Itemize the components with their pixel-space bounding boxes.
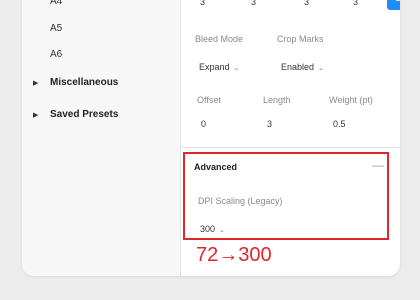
highlight-box [183, 152, 389, 240]
sidebar-group-saved-presets[interactable]: Saved Presets [50, 109, 118, 120]
link-icon[interactable]: ⚭ [387, 0, 400, 10]
weight-label: Weight (pt) [329, 95, 373, 105]
crop-marks-select[interactable]: Enabled ⌄ [281, 57, 324, 75]
chevron-down-icon: ⌄ [318, 65, 324, 72]
caret-right-icon[interactable]: ▶ [33, 111, 38, 119]
crop-marks-value: Enabled [281, 62, 315, 72]
sidebar-item-a4[interactable]: A4 [50, 0, 62, 7]
caret-right-icon[interactable]: ▶ [33, 79, 38, 87]
crop-marks-label: Crop Marks [277, 34, 324, 44]
margin-value-bottom[interactable]: 3 [304, 0, 309, 7]
length-input[interactable]: 3 [267, 119, 272, 129]
annotation-text: 72→300 [196, 244, 272, 266]
weight-input[interactable]: 0.5 [333, 119, 346, 129]
section-divider [181, 147, 400, 148]
bleed-mode-label: Bleed Mode [195, 34, 244, 44]
chevron-down-icon: ⌄ [233, 65, 240, 72]
bleed-mode-value: Expand [199, 62, 230, 72]
bleed-mode-select[interactable]: Expand ⌄ [199, 57, 239, 75]
offset-label: Offset [197, 95, 221, 105]
sidebar-group-miscellaneous[interactable]: Miscellaneous [50, 77, 118, 88]
sidebar-item-a5[interactable]: A5 [50, 23, 62, 34]
length-label: Length [263, 95, 291, 105]
margin-value-top[interactable]: 3 [200, 0, 205, 7]
margin-value-left[interactable]: 3 [353, 0, 358, 7]
offset-input[interactable]: 0 [201, 119, 206, 129]
sidebar: A4 A5 A6 ▶ Miscellaneous ▶ Saved Presets [22, 0, 181, 276]
margin-value-right[interactable]: 3 [251, 0, 256, 7]
sidebar-item-a6[interactable]: A6 [50, 49, 62, 60]
